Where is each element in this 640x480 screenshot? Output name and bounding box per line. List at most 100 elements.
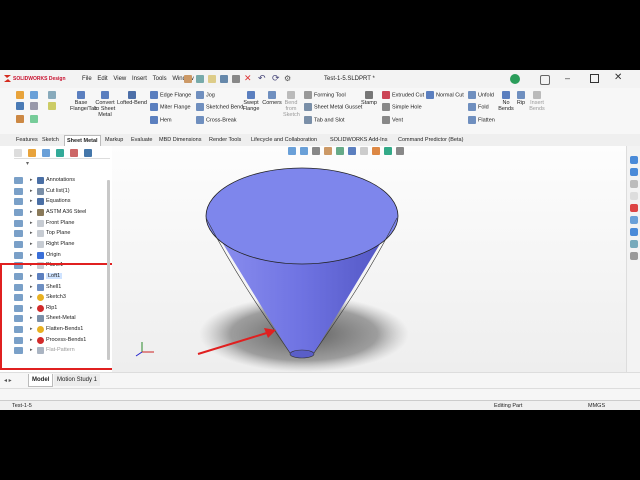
custom-properties-icon[interactable] [630, 216, 638, 224]
tab-command-predictor[interactable]: Command Predictor (Beta) [396, 135, 465, 145]
cross-break-button[interactable]: Cross-Break [196, 116, 237, 124]
close-document-icon[interactable]: ✕ [244, 73, 252, 84]
simple-hole-button[interactable]: Simple Hole [382, 103, 422, 111]
menu-view[interactable]: View [113, 76, 126, 82]
display-manager-icon[interactable] [84, 149, 92, 157]
user-avatar[interactable] [510, 74, 520, 84]
view-palette-icon[interactable] [630, 192, 638, 200]
tab-render-tools[interactable]: Render Tools [207, 135, 243, 145]
extruded-cut-button[interactable]: Extruded Cut [382, 91, 424, 99]
options-icon[interactable]: ⚙ [284, 74, 291, 83]
new-icon[interactable] [16, 91, 24, 99]
cone-rim[interactable] [205, 167, 399, 265]
file-explorer-icon[interactable] [630, 180, 638, 188]
3dexperience-icon[interactable] [630, 240, 638, 248]
close-window-icon[interactable]: ✕ [614, 72, 622, 83]
jog-button[interactable]: Jog [196, 91, 215, 99]
tree-item-equations[interactable]: ▸ Equations [0, 197, 112, 207]
cone-tip[interactable] [289, 349, 315, 359]
tree-item-annotations[interactable]: ▸ Annotations [0, 176, 112, 186]
edge-flange-button[interactable]: Edge Flange [150, 91, 191, 99]
scroll-left-icon[interactable]: ◂ ▸ [4, 377, 12, 384]
chevron-right-icon[interactable]: ▸ [30, 188, 33, 194]
minimize-icon[interactable]: – [565, 73, 570, 83]
lofted-bend-button[interactable]: Lofted-Bend [117, 91, 147, 106]
bend-from-sketch-button[interactable]: Bend from Sketch [283, 91, 300, 118]
tree-scrollbar[interactable] [107, 180, 110, 360]
tab-features[interactable]: Features [14, 135, 40, 145]
tab-addins[interactable]: SOLIDWORKS Add-Ins [328, 135, 389, 145]
property-manager-icon[interactable] [42, 149, 50, 157]
configuration-manager-icon[interactable] [56, 149, 64, 157]
save-file-icon[interactable] [16, 102, 24, 110]
tree-item-right-plane[interactable]: ▸ Right Plane [0, 240, 112, 250]
rip-button[interactable]: Rip [514, 91, 528, 106]
chevron-right-icon[interactable]: ▸ [30, 198, 33, 204]
forming-tool-button[interactable]: Forming Tool [304, 91, 346, 99]
graphics-area[interactable] [112, 146, 626, 372]
maximize-icon[interactable] [590, 74, 599, 83]
tree-item-top-plane[interactable]: ▸ Top Plane [0, 229, 112, 239]
fold-button[interactable]: Fold [468, 103, 489, 111]
swept-flange-button[interactable]: Swept Flange [242, 91, 260, 112]
tree-item-astm-a36-steel[interactable]: ▸ ASTM A36 Steel [0, 208, 112, 218]
normal-cut-button[interactable]: Normal Cut [426, 91, 464, 99]
convert-to-sheet-metal-button[interactable]: Convert to Sheet Metal [94, 91, 116, 118]
sheet-metal-gusset-button[interactable]: Sheet Metal Gusset [304, 103, 362, 111]
help-icon[interactable] [540, 75, 550, 85]
tab-sketch[interactable]: Sketch [40, 135, 61, 145]
options-quick-icon[interactable] [30, 115, 38, 123]
solidworks-forum-icon[interactable] [630, 228, 638, 236]
tab-motion-study-1[interactable]: Motion Study 1 [54, 374, 101, 386]
miter-flange-button[interactable]: Miter Flange [150, 103, 191, 111]
undo-quick-icon[interactable] [48, 91, 56, 99]
open-file-icon[interactable] [30, 91, 38, 99]
flatten-button[interactable]: Flatten [468, 116, 495, 124]
chevron-right-icon[interactable]: ▸ [30, 230, 33, 236]
home-icon[interactable] [184, 75, 192, 83]
undo-icon[interactable]: ↶ [258, 73, 266, 84]
tab-evaluate[interactable]: Evaluate [129, 135, 154, 145]
print-icon[interactable] [232, 75, 240, 83]
insert-bends-button[interactable]: Insert Bends [528, 91, 546, 112]
stamp-button[interactable]: Stamp [360, 91, 378, 106]
vent-button[interactable]: Vent [382, 116, 403, 124]
tree-item-cut-list-1[interactable]: ▸ Cut list(1) [0, 187, 112, 197]
notes-icon[interactable] [630, 252, 638, 260]
status-units[interactable]: MMGS [588, 403, 605, 409]
save-icon[interactable] [220, 75, 228, 83]
chevron-right-icon[interactable]: ▸ [30, 177, 33, 183]
select-icon[interactable] [48, 102, 56, 110]
tab-mbd-dimensions[interactable]: MBD Dimensions [157, 135, 203, 145]
tab-and-slot-button[interactable]: Tab and Slot [304, 116, 345, 124]
tab-model[interactable]: Model [28, 374, 54, 387]
appearances-icon[interactable] [630, 204, 638, 212]
menu-edit[interactable]: Edit [97, 76, 107, 82]
sketched-bend-button[interactable]: Sketched Bend [196, 103, 243, 111]
tab-sheet-metal[interactable]: Sheet Metal [64, 135, 101, 146]
chevron-right-icon[interactable]: ▸ [30, 209, 33, 215]
chevron-right-icon[interactable]: ▸ [30, 220, 33, 226]
chevron-right-icon[interactable]: ▸ [30, 252, 33, 258]
unfold-button[interactable]: Unfold [468, 91, 494, 99]
print-file-icon[interactable] [30, 102, 38, 110]
corners-button[interactable]: Corners [262, 91, 282, 106]
solidworks-resources-icon[interactable] [630, 156, 638, 164]
no-bends-button[interactable]: No Bends [498, 91, 514, 112]
menu-tools[interactable]: Tools [153, 76, 167, 82]
design-library-icon[interactable] [630, 168, 638, 176]
tab-markup[interactable]: Markup [103, 135, 125, 145]
filter-icon[interactable] [14, 149, 22, 157]
tree-item-origin[interactable]: ▸ Origin [0, 251, 112, 261]
dimxpert-icon[interactable] [70, 149, 78, 157]
menu-insert[interactable]: Insert [132, 76, 147, 82]
menu-file[interactable]: File [82, 76, 92, 82]
chevron-right-icon[interactable]: ▸ [30, 241, 33, 247]
hem-button[interactable]: Hem [150, 116, 172, 124]
traffic-light-icon[interactable] [16, 115, 24, 123]
base-flange-tab-button[interactable]: Base Flange/Tab [70, 91, 97, 112]
tab-lifecycle[interactable]: Lifecycle and Collaboration [249, 135, 319, 145]
open-icon[interactable] [208, 75, 216, 83]
rebuild-icon[interactable]: ⟳ [272, 73, 280, 84]
feature-manager-icon[interactable] [28, 149, 36, 157]
